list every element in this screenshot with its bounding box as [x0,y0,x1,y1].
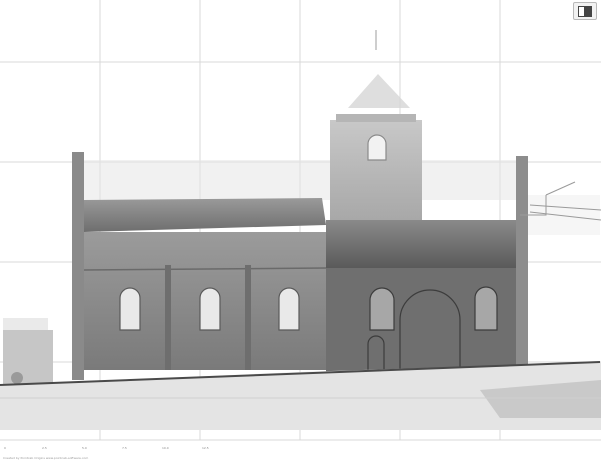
tower-spire [348,74,410,108]
credit-text: Created by Pointcab Origins www.pointcab… [3,456,89,460]
scale-tick: 0 [4,446,6,450]
scale-tick: 10.0 [162,446,169,450]
scale-tick: 7.5 [122,446,127,450]
viewer-canvas[interactable]: 0 2.5 5.0 7.5 10.0 12.5 Created by Point… [0,0,601,461]
left-gable-wall [72,152,84,380]
book-view-icon [578,5,592,17]
nave-roof [84,198,326,232]
scale-tick: 2.5 [42,446,47,450]
left-house [3,330,53,385]
chancel-roof [326,220,516,268]
view-toggle-button[interactable] [573,2,597,20]
scale-bar: 0 2.5 5.0 7.5 10.0 12.5 [0,440,601,461]
scale-tick: 5.0 [82,446,87,450]
church-elevation-scan [0,30,601,430]
scale-tick: 12.5 [202,446,209,450]
